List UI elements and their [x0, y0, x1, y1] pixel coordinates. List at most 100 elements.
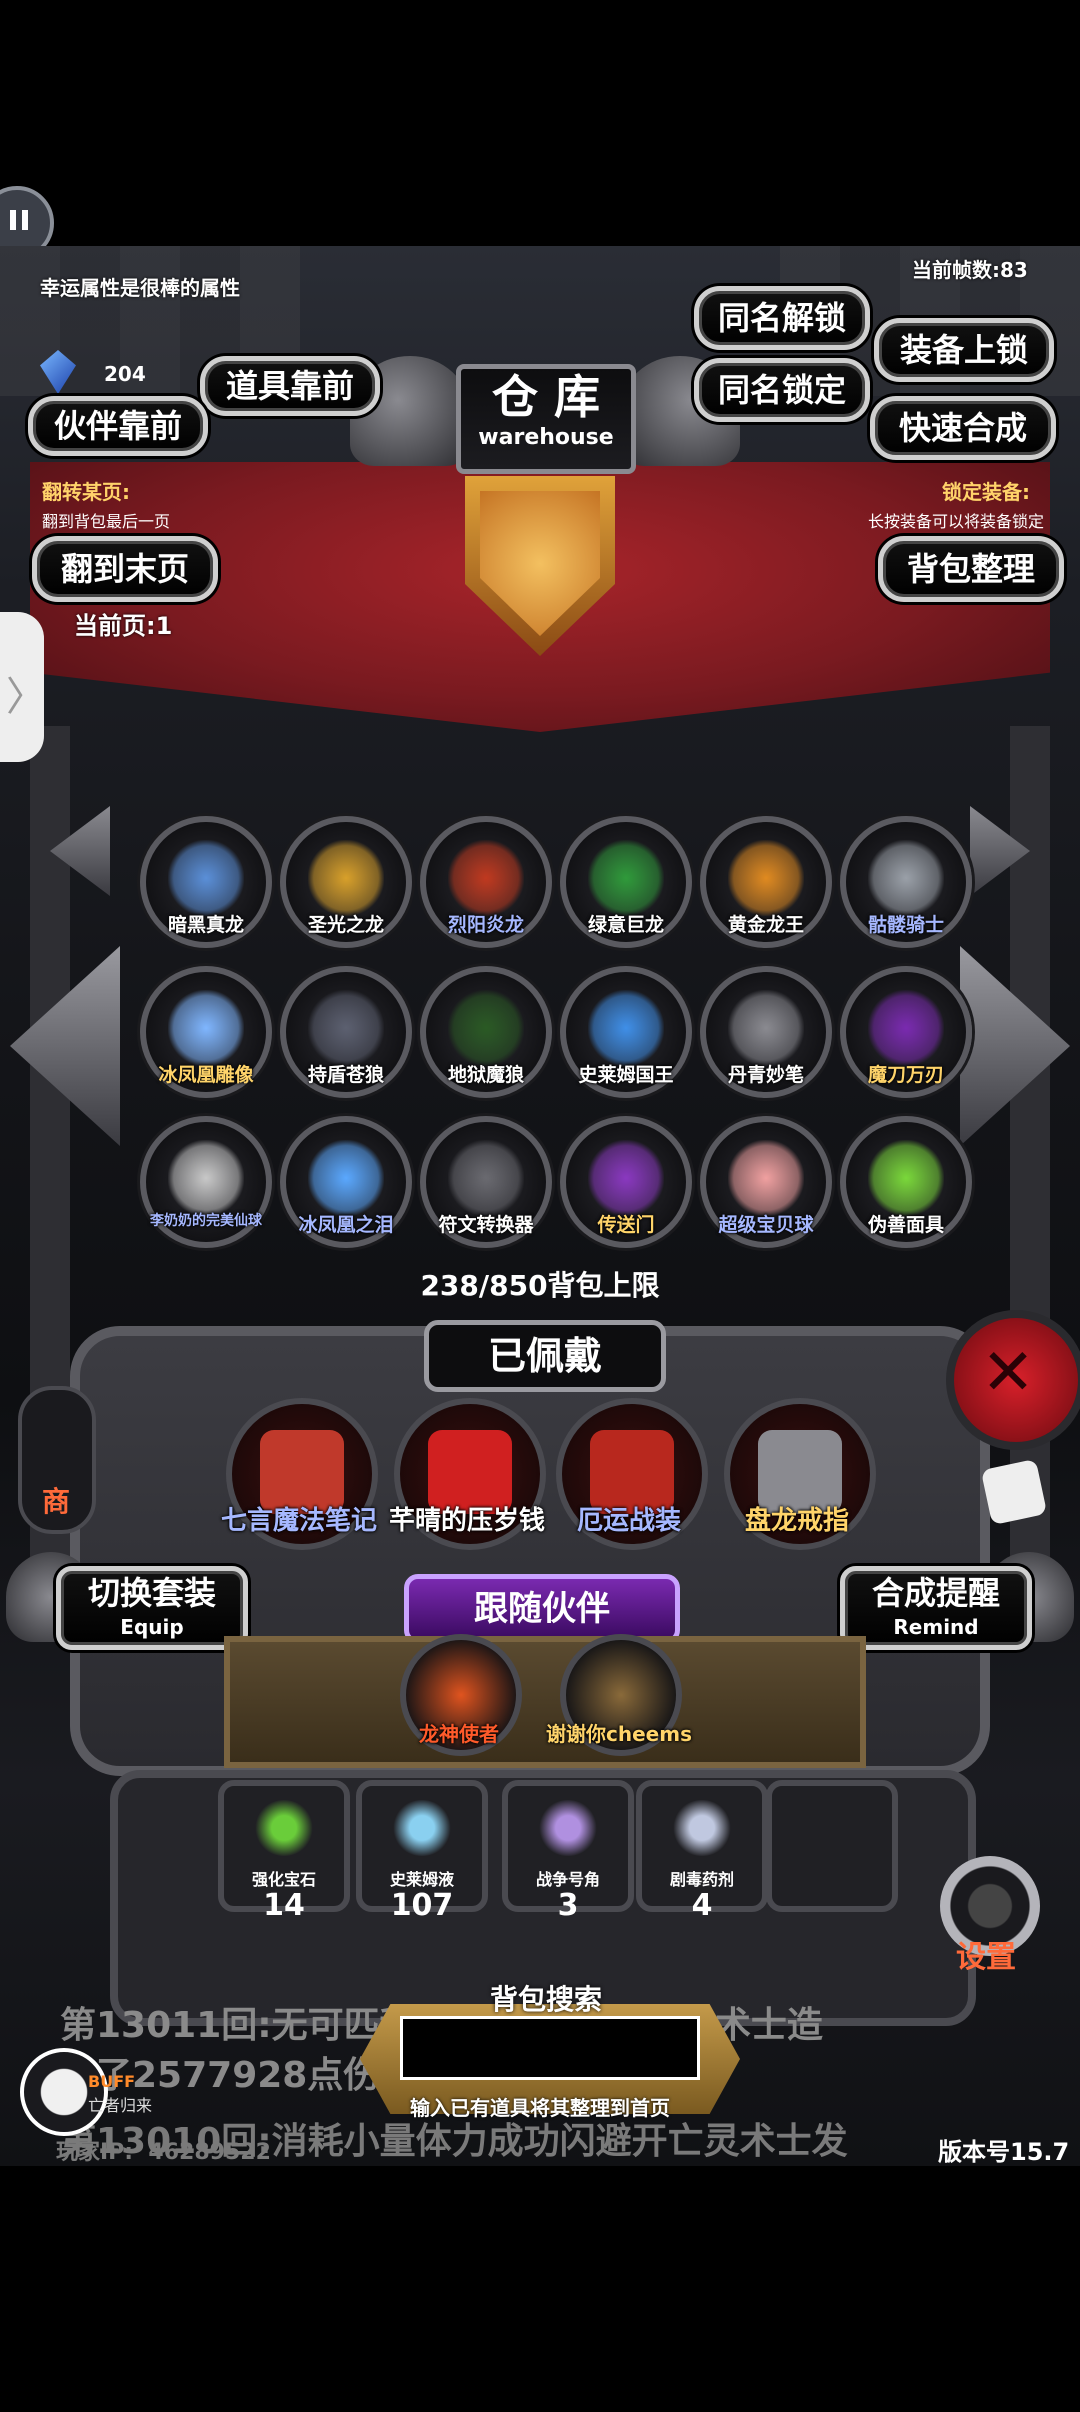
- item-name: 黄金龙王: [727, 914, 804, 936]
- search-input[interactable]: [400, 2016, 700, 2080]
- equipped-title: 已佩戴: [487, 1334, 602, 1378]
- fps-counter: 当前帧数:83: [912, 258, 1028, 282]
- item-art-icon: [588, 1140, 664, 1216]
- item-art-icon: [728, 840, 804, 916]
- same-name-unlock-button[interactable]: 同名解锁: [694, 286, 870, 350]
- version: 版本号15.7: [938, 2138, 1070, 2166]
- quick-synth-label: 快速合成: [898, 409, 1027, 447]
- equipped-name: 厄运战装: [576, 1506, 681, 1536]
- search-hint: 输入已有道具将其整理到首页: [410, 2096, 670, 2120]
- search-title: 背包搜索: [490, 1983, 603, 2016]
- item-name: 圣光之龙: [307, 914, 384, 936]
- switch-set-sub: Equip: [120, 1615, 184, 1639]
- item-name: 骷髅骑士: [867, 914, 944, 936]
- pause-icon: [10, 210, 16, 230]
- quick-synth-button[interactable]: 快速合成: [870, 396, 1056, 460]
- item-name: 烈阳炎龙: [447, 914, 524, 936]
- item-name: 地狱魔狼: [447, 1064, 524, 1086]
- lock-hint-sub: 长按装备可以将装备锁定: [868, 512, 1045, 531]
- partner-front-label: 伙伴靠前: [53, 407, 182, 445]
- consumable-count: 3: [557, 1888, 579, 1923]
- buff-label: BUFF: [88, 2072, 136, 2091]
- item-art-icon: [728, 990, 804, 1066]
- switch-set-button[interactable]: 切换套装 Equip: [56, 1566, 248, 1650]
- player-ip: 玩家IP: 46289522: [56, 2140, 271, 2165]
- equipped-name: 盘龙戒指: [744, 1506, 849, 1536]
- item-art-icon: [868, 840, 944, 916]
- consumable-count: 107: [390, 1888, 454, 1923]
- partner-tray: [224, 1636, 866, 1768]
- items-front-label: 道具靠前: [225, 367, 354, 405]
- partner-name: 谢谢你cheems: [546, 1722, 692, 1746]
- consumable-art-icon: [254, 1800, 314, 1856]
- close-icon: ✕: [981, 1336, 1035, 1410]
- item-art-icon: [728, 1140, 804, 1216]
- equipped-title-plate: 已佩戴: [424, 1320, 666, 1392]
- item-name: 丹青妙笔: [727, 1064, 804, 1086]
- items-front-button[interactable]: 道具靠前: [200, 356, 380, 416]
- warehouse-screen: 幸运属性是很棒的属性 当前帧数:83 204 仓 库 warehouse 同名解…: [0, 246, 1080, 2166]
- bag-sort-button[interactable]: 背包整理: [878, 536, 1064, 602]
- item-art-icon: [868, 1140, 944, 1216]
- item-name: 史莱姆国王: [578, 1064, 674, 1086]
- same-name-lock-label: 同名锁定: [717, 371, 846, 409]
- dice-icon[interactable]: [980, 1458, 1048, 1526]
- same-name-unlock-label: 同名解锁: [717, 299, 846, 337]
- tip-text: 幸运属性是很棒的属性: [40, 276, 240, 300]
- consumable-count: 4: [691, 1888, 713, 1923]
- bag-sort-label: 背包整理: [906, 550, 1035, 588]
- warehouse-subtitle: warehouse: [478, 425, 614, 450]
- flip-hint-title: 翻转某页:: [42, 480, 130, 504]
- partner-name: 龙神使者: [419, 1722, 499, 1746]
- item-art-icon: [448, 840, 524, 916]
- item-name: 符文转换器: [438, 1214, 534, 1236]
- consumable-art-icon: [672, 1800, 732, 1856]
- consumable-art-icon: [392, 1800, 452, 1856]
- item-art-icon: [448, 1140, 524, 1216]
- switch-set-label: 切换套装: [87, 1574, 216, 1612]
- to-last-page-button[interactable]: 翻到末页: [32, 536, 218, 602]
- item-art-icon: [448, 990, 524, 1066]
- item-art-icon: [308, 840, 384, 916]
- consumable-name: 强化宝石: [251, 1870, 316, 1889]
- same-name-lock-button[interactable]: 同名锁定: [694, 358, 870, 422]
- partner-front-button[interactable]: 伙伴靠前: [28, 396, 208, 456]
- item-name: 伪善面具: [867, 1214, 944, 1236]
- settings-label[interactable]: 设置: [956, 1932, 1016, 1976]
- item-art-icon: [588, 990, 664, 1066]
- side-drawer-handle[interactable]: 〉: [0, 612, 46, 762]
- shop-label: 商: [42, 1485, 71, 1518]
- item-art-icon: [308, 1140, 384, 1216]
- item-art-icon: [868, 990, 944, 1066]
- item-name: 冰凤凰雕像: [158, 1064, 254, 1086]
- buff-sub: 亡者归来: [88, 2096, 153, 2115]
- follow-partner-plate: 跟随伙伴: [404, 1574, 680, 1644]
- to-last-page-label: 翻到末页: [60, 550, 189, 588]
- synth-remind-button[interactable]: 合成提醒 Remind: [840, 1566, 1032, 1650]
- lock-hint-title: 锁定装备:: [942, 480, 1030, 504]
- equipped-name: 七言魔法笔记: [220, 1506, 377, 1536]
- gem-count: 204: [104, 362, 146, 386]
- shop-button[interactable]: 商: [18, 1386, 96, 1534]
- close-button[interactable]: ✕: [946, 1310, 1080, 1450]
- item-art-icon: [168, 840, 244, 916]
- item-name: 持盾苍狼: [307, 1064, 384, 1086]
- capacity-text: 238/850背包上限: [420, 1269, 660, 1302]
- equip-lock-button[interactable]: 装备上锁: [874, 318, 1054, 382]
- item-name: 传送门: [597, 1214, 655, 1236]
- follow-partner-title: 跟随伙伴: [474, 1589, 610, 1629]
- item-art-icon: [588, 840, 664, 916]
- consumable-name: 剧毒药剂: [669, 1870, 734, 1889]
- item-name: 魔刀万刃: [867, 1064, 944, 1086]
- item-name: 超级宝贝球: [718, 1214, 814, 1236]
- item-art-icon: [168, 1140, 244, 1216]
- empty-consumable-slot[interactable]: [766, 1780, 898, 1912]
- item-name: 冰凤凰之泪: [298, 1214, 394, 1236]
- flip-hint-sub: 翻到背包最后一页: [42, 512, 171, 531]
- consumable-count: 14: [263, 1888, 305, 1923]
- synth-remind-label: 合成提醒: [871, 1574, 1000, 1612]
- equip-lock-label: 装备上锁: [899, 331, 1028, 369]
- warehouse-title-plate: 仓 库 warehouse: [456, 364, 636, 474]
- item-name: 李奶奶的完美仙球: [150, 1213, 262, 1229]
- synth-remind-sub: Remind: [893, 1615, 979, 1639]
